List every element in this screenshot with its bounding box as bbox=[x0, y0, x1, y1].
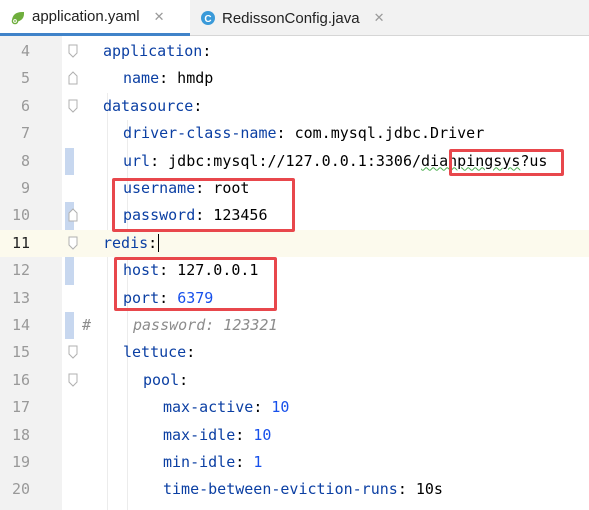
change-marker[interactable] bbox=[65, 312, 74, 340]
code-text: name: hmdp bbox=[123, 69, 214, 88]
code-line[interactable]: 4 application: bbox=[0, 38, 589, 65]
change-marker[interactable] bbox=[65, 257, 74, 285]
java-class-icon: C bbox=[200, 10, 216, 26]
line-number: 5 bbox=[20, 69, 30, 88]
code-line[interactable]: 5 name: hmdp bbox=[0, 65, 589, 92]
code-line[interactable]: 18 max-idle: 10 bbox=[0, 422, 589, 449]
comment-hash: # bbox=[82, 316, 92, 334]
line-number: 20 bbox=[11, 480, 30, 499]
line-number: 10 bbox=[11, 206, 30, 225]
line-number: 11 bbox=[11, 233, 30, 252]
line-number: 15 bbox=[11, 343, 30, 362]
code-line[interactable]: 19 min-idle: 1 bbox=[0, 449, 589, 476]
line-number: 14 bbox=[11, 316, 30, 334]
yaml-file-icon bbox=[10, 9, 26, 25]
code-line[interactable]: 12 host: 127.0.0.1 bbox=[0, 257, 589, 285]
code-line[interactable]: 15 lettuce: bbox=[0, 339, 589, 366]
code-text: min-idle: 1 bbox=[163, 453, 263, 471]
fold-marker-icon[interactable] bbox=[68, 373, 78, 387]
fold-end-marker-icon[interactable] bbox=[68, 208, 78, 222]
code-line-current[interactable]: 11 redis: bbox=[0, 229, 589, 258]
tab-redisson-config-java[interactable]: C RedissonConfig.java ✕ bbox=[190, 0, 400, 36]
fold-marker-icon[interactable] bbox=[68, 99, 78, 113]
code-text: max-idle: 10 bbox=[163, 425, 272, 444]
line-number: 19 bbox=[11, 453, 30, 471]
code-line[interactable]: 6 datasource: bbox=[0, 93, 589, 120]
line-number: 16 bbox=[11, 370, 30, 389]
fold-marker-icon[interactable] bbox=[68, 345, 78, 360]
editor-tab-bar: application.yaml ✕ C RedissonConfig.java… bbox=[0, 0, 589, 36]
code-line[interactable]: 20 time-between-eviction-runs: 10s bbox=[0, 476, 589, 503]
code-text: application: bbox=[103, 42, 212, 60]
line-number: 9 bbox=[20, 179, 30, 197]
line-number: 6 bbox=[20, 96, 30, 115]
code-text: max-active: 10 bbox=[163, 398, 290, 417]
highlight-box-redis-host-port bbox=[114, 257, 277, 311]
change-marker[interactable] bbox=[65, 147, 74, 175]
comment-text: password: 123321 bbox=[133, 316, 278, 334]
tab-label: RedissonConfig.java bbox=[222, 9, 360, 27]
line-number: 13 bbox=[11, 288, 30, 307]
text-caret bbox=[158, 234, 160, 253]
code-line[interactable]: 17 max-active: 10 bbox=[0, 394, 589, 421]
line-number: 17 bbox=[11, 398, 30, 417]
line-number: 4 bbox=[20, 42, 30, 60]
svg-text:C: C bbox=[204, 14, 211, 25]
line-number: 12 bbox=[11, 261, 30, 280]
code-text: pool: bbox=[143, 370, 189, 389]
fold-marker-icon[interactable] bbox=[68, 44, 78, 58]
line-number: 7 bbox=[20, 124, 30, 143]
close-icon[interactable]: ✕ bbox=[374, 10, 385, 26]
highlight-box-database-name bbox=[449, 149, 564, 176]
fold-end-marker-icon[interactable] bbox=[68, 71, 78, 85]
line-number: 18 bbox=[11, 425, 30, 444]
tab-label: application.yaml bbox=[32, 8, 140, 25]
code-line[interactable]: 16 pool: bbox=[0, 367, 589, 394]
code-text: datasource: bbox=[103, 96, 203, 115]
line-number: 8 bbox=[20, 151, 30, 170]
fold-marker-icon[interactable] bbox=[68, 236, 78, 250]
code-text: driver-class-name: com.mysql.jdbc.Driver bbox=[123, 124, 485, 143]
close-icon[interactable]: ✕ bbox=[154, 9, 165, 25]
code-line[interactable]: 13 port: 6379 bbox=[0, 285, 589, 312]
code-line[interactable]: 14 # password: 123321 bbox=[0, 312, 589, 340]
tab-application-yaml[interactable]: application.yaml ✕ bbox=[0, 0, 190, 36]
code-text: redis: bbox=[103, 233, 160, 253]
code-text: time-between-eviction-runs: 10s bbox=[163, 480, 443, 499]
code-text: lettuce: bbox=[123, 343, 196, 362]
code-line[interactable]: 7 driver-class-name: com.mysql.jdbc.Driv… bbox=[0, 120, 589, 147]
highlight-box-credentials bbox=[112, 178, 295, 232]
